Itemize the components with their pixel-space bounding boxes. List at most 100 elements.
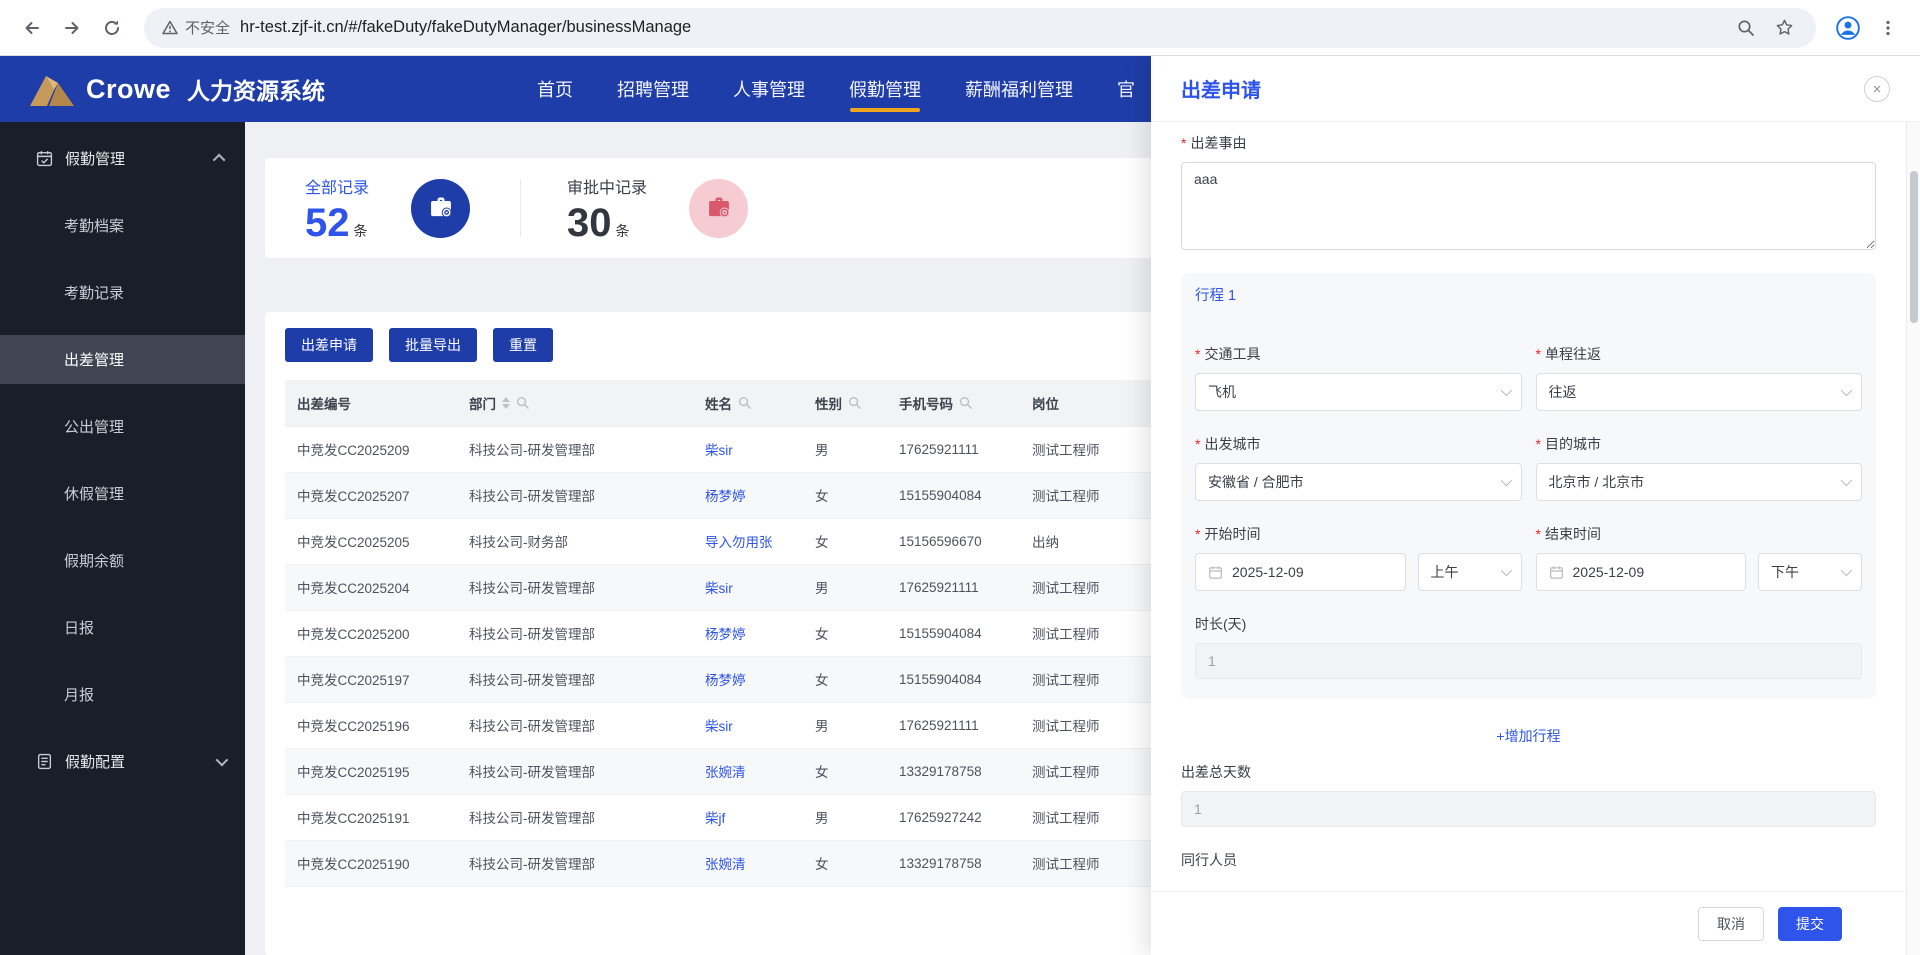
warning-icon xyxy=(162,20,178,35)
end-date-input[interactable]: 2025-12-09 xyxy=(1536,553,1747,591)
end-time-label: 结束时间 xyxy=(1536,525,1863,543)
search-icon[interactable] xyxy=(738,396,751,409)
col-header-trip-no: 出差编号 xyxy=(285,380,457,426)
add-trip-link[interactable]: +增加行程 xyxy=(1181,727,1876,745)
cell-trip-no: 中竞发CC2025209 xyxy=(285,426,457,472)
nav-item-3[interactable]: 假勤管理 xyxy=(849,56,921,122)
sidebar-item[interactable]: 考勤记录 xyxy=(0,268,245,317)
sidebar-item-label: 公出管理 xyxy=(64,416,124,437)
sidebar-item-label: 假期余额 xyxy=(64,550,124,571)
to-city-select[interactable]: 北京市 / 北京市 xyxy=(1536,463,1863,501)
employee-link[interactable]: 柴sir xyxy=(705,443,733,458)
cell-dept: 科技公司-研发管理部 xyxy=(457,564,693,610)
cell-trip-no: 中竞发CC2025195 xyxy=(285,748,457,794)
stat-unit: 条 xyxy=(616,221,630,241)
drawer-body: 出差事由 aaa 行程 1 交通工具 飞机 单程往返 往返 xyxy=(1151,122,1906,869)
nav-item-2[interactable]: 人事管理 xyxy=(733,56,805,122)
chevron-down-icon xyxy=(1841,565,1852,576)
sidebar-group-label: 假勤配置 xyxy=(65,751,125,772)
cancel-button[interactable]: 取消 xyxy=(1698,907,1764,941)
profile-avatar-icon[interactable] xyxy=(1830,10,1866,46)
employee-link[interactable]: 杨梦婷 xyxy=(705,489,746,504)
sidebar-item-label: 休假管理 xyxy=(64,483,124,504)
cell-gender: 女 xyxy=(803,518,887,564)
sidebar-item[interactable]: 休假管理 xyxy=(0,469,245,518)
total-days-input: 1 xyxy=(1181,791,1876,827)
col-header-gender: 性别 xyxy=(803,380,887,426)
end-period-select[interactable]: 下午 xyxy=(1758,553,1862,591)
cell-name: 柴sir xyxy=(693,702,803,748)
sidebar-item[interactable]: 日报 xyxy=(0,603,245,652)
start-period-select[interactable]: 上午 xyxy=(1418,553,1522,591)
round-trip-select[interactable]: 往返 xyxy=(1536,373,1863,411)
employee-link[interactable]: 柴jf xyxy=(705,811,725,826)
cell-trip-no: 中竞发CC2025191 xyxy=(285,794,457,840)
transport-select[interactable]: 飞机 xyxy=(1195,373,1522,411)
stat-value: 30 xyxy=(567,203,612,243)
page-title: 人力资源系统 xyxy=(187,72,325,106)
search-icon[interactable] xyxy=(959,396,972,409)
total-days-label: 出差总天数 xyxy=(1181,763,1876,781)
sidebar-group-0[interactable]: 假勤管理 xyxy=(0,134,245,183)
cell-gender: 女 xyxy=(803,656,887,702)
sidebar-item[interactable]: 出差管理 xyxy=(0,335,245,384)
stat-label: 全部记录 xyxy=(305,174,369,198)
cell-dept: 科技公司-研发管理部 xyxy=(457,840,693,886)
scrollbar-thumb[interactable] xyxy=(1910,171,1918,323)
stat-total-records: 全部记录 52 条 xyxy=(305,174,470,243)
cell-phone: 17625927242 xyxy=(887,794,1020,840)
sidebar-item[interactable]: 考勤档案 xyxy=(0,201,245,250)
nav-item-0[interactable]: 首页 xyxy=(537,56,573,122)
sidebar-item[interactable]: 假期余额 xyxy=(0,536,245,585)
from-city-label: 出发城市 xyxy=(1195,435,1522,453)
cell-phone: 17625921111 xyxy=(887,702,1020,748)
zoom-icon[interactable] xyxy=(1732,14,1760,42)
chevron-down-icon xyxy=(1841,475,1852,486)
forward-icon[interactable] xyxy=(54,10,90,46)
stat-pending-records: 审批中记录 30 条 xyxy=(567,174,748,243)
sidebar-menu: 假勤管理考勤档案考勤记录出差管理公出管理休假管理假期余额日报月报假勤配置 xyxy=(0,134,245,786)
drawer-scrollbar[interactable] xyxy=(1906,122,1920,955)
employee-link[interactable]: 杨梦婷 xyxy=(705,673,746,688)
cell-gender: 女 xyxy=(803,748,887,794)
sidebar-group-9[interactable]: 假勤配置 xyxy=(0,737,245,786)
from-city-select[interactable]: 安徽省 / 合肥市 xyxy=(1195,463,1522,501)
employee-link[interactable]: 张婉清 xyxy=(705,765,746,780)
reset-button[interactable]: 重置 xyxy=(493,328,553,362)
refresh-icon[interactable] xyxy=(94,10,130,46)
reason-textarea[interactable]: aaa xyxy=(1181,162,1876,250)
employee-link[interactable]: 柴sir xyxy=(705,581,733,596)
app-window: Crowe 人力资源系统 首页招聘管理人事管理假勤管理薪酬福利管理官 假勤管理考… xyxy=(0,56,1920,955)
bookmark-star-icon[interactable] xyxy=(1770,14,1798,42)
batch-export-button[interactable]: 批量导出 xyxy=(389,328,477,362)
sidebar-item[interactable]: 月报 xyxy=(0,670,245,719)
sidebar-item-label: 考勤记录 xyxy=(64,282,124,303)
back-icon[interactable] xyxy=(14,10,50,46)
stat-unit: 条 xyxy=(354,221,368,241)
crowe-logo-icon xyxy=(30,72,74,106)
sidebar-item-label: 出差管理 xyxy=(64,349,124,370)
submit-button[interactable]: 提交 xyxy=(1778,907,1842,941)
employee-link[interactable]: 张婉清 xyxy=(705,857,746,872)
browser-menu-icon[interactable] xyxy=(1870,10,1906,46)
address-bar[interactable]: 不安全 hr-test.zjf-it.cn/#/fakeDuty/fakeDut… xyxy=(144,8,1816,48)
browser-toolbar: 不安全 hr-test.zjf-it.cn/#/fakeDuty/fakeDut… xyxy=(0,0,1920,56)
nav-item-4[interactable]: 薪酬福利管理 xyxy=(965,56,1073,122)
start-date-input[interactable]: 2025-12-09 xyxy=(1195,553,1406,591)
duration-label: 时长(天) xyxy=(1195,615,1862,633)
sort-icons[interactable] xyxy=(502,397,510,409)
employee-link[interactable]: 柴sir xyxy=(705,719,733,734)
cell-phone: 15155904084 xyxy=(887,656,1020,702)
employee-link[interactable]: 杨梦婷 xyxy=(705,627,746,642)
cell-name: 杨梦婷 xyxy=(693,472,803,518)
nav-item-1[interactable]: 招聘管理 xyxy=(617,56,689,122)
sidebar-item[interactable]: 公出管理 xyxy=(0,402,245,451)
close-icon[interactable]: × xyxy=(1864,76,1890,102)
apply-trip-button[interactable]: 出差申请 xyxy=(285,328,373,362)
search-icon[interactable] xyxy=(848,396,861,409)
brand: Crowe 人力资源系统 xyxy=(0,72,325,106)
employee-link[interactable]: 导入勿用张 xyxy=(705,535,773,550)
nav-item-5[interactable]: 官 xyxy=(1117,56,1135,122)
search-icon[interactable] xyxy=(516,396,529,409)
cell-phone: 15156596670 xyxy=(887,518,1020,564)
